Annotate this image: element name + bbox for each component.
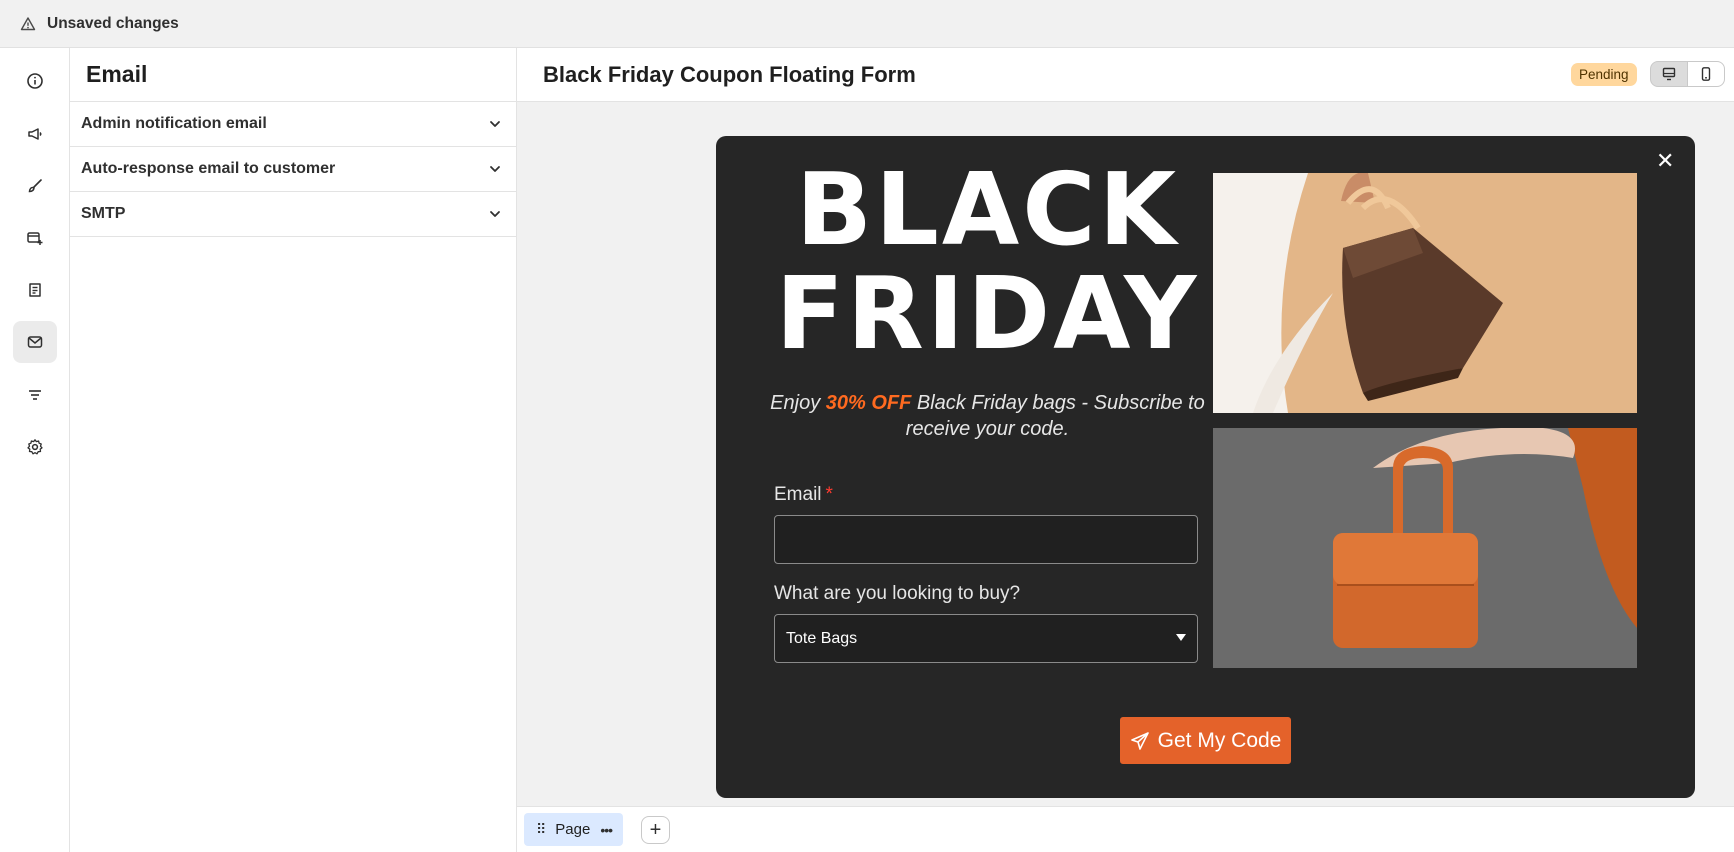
warning-icon [20,16,36,30]
email-field[interactable] [774,515,1198,564]
accordion-label: SMTP [81,205,126,222]
get-code-button[interactable]: Get My Code [1120,717,1291,764]
mobile-view-button[interactable] [1687,61,1725,87]
page-tab[interactable]: ⠿ Page ••• [524,813,623,846]
icon-rail [0,48,70,852]
desktop-view-button[interactable] [1650,61,1688,87]
rail-settings-button[interactable] [13,426,57,468]
accordion-label: Auto-response email to customer [81,160,336,177]
get-code-label: Get My Code [1157,728,1282,752]
chevron-down-icon [490,166,500,172]
caret-down-icon [1176,634,1186,641]
mobile-view-icon [1701,67,1711,81]
email-icon [27,336,43,348]
brown-tote-bag-photo [1213,173,1637,413]
add-page-button[interactable]: + [641,816,670,844]
rail-design-button[interactable] [13,165,57,207]
headline-line: FRIDAY [775,255,1200,372]
accordion-smtp[interactable]: SMTP [70,192,516,237]
filter-icon [29,390,41,400]
rail-submissions-button[interactable] [13,269,57,311]
popup-headline: BLACK FRIDAY [770,158,1205,366]
close-icon[interactable]: ✕ [1656,150,1674,172]
subtitle-text: Enjoy [770,392,826,414]
headline-line: BLACK [795,151,1180,268]
accordion-label: Admin notification email [81,115,267,132]
page-tab-label: Page [555,821,591,838]
rail-filter-button[interactable] [13,374,57,416]
accordion-auto-response[interactable]: Auto-response email to customer [70,147,516,192]
rail-email-button[interactable] [13,321,57,363]
top-status-bar: Unsaved changes [0,0,1734,48]
rail-forms-button[interactable] [13,217,57,259]
brush-icon [28,179,42,193]
unsaved-changes-text: Unsaved changes [47,14,179,32]
popup-subtitle: Enjoy 30% OFF Black Friday bags - Subscr… [770,390,1205,442]
panel-title: Email [70,48,516,102]
status-badge: Pending [1571,63,1637,86]
form-title: Black Friday Coupon Floating Form [543,62,916,87]
subtitle-text: Black Friday bags - Subscribe to receive… [905,392,1205,440]
info-icon [27,73,43,89]
select-value: Tote Bags [786,629,858,647]
form-add-icon [27,232,43,245]
email-label-text: Email [774,484,822,505]
settings-panel: Email Admin notification email Auto-resp… [70,48,517,852]
product-select[interactable]: Tote Bags [774,614,1198,663]
desktop-view-icon [1662,67,1676,81]
drag-handle-icon[interactable]: ⠿ [536,821,546,838]
page-bar: ⠿ Page ••• + [517,806,1734,852]
more-options-icon[interactable]: ••• [600,822,613,838]
rail-info-button[interactable] [13,60,57,102]
accordion-admin-notification[interactable]: Admin notification email [70,102,516,147]
orange-handbag-photo [1213,428,1637,668]
chevron-down-icon [490,211,500,217]
preview-header: Black Friday Coupon Floating Form Pendin… [517,48,1734,102]
rail-marketing-button[interactable] [13,113,57,155]
required-marker: * [825,484,833,505]
receipt-icon [29,283,41,297]
paper-plane-icon [1130,731,1149,750]
email-label: Email * [774,484,833,506]
megaphone-icon [28,128,42,140]
discount-highlight: 30% OFF [825,392,912,414]
select-label: What are you looking to buy? [774,583,1021,604]
settings-icon [27,439,43,455]
chevron-down-icon [490,121,500,127]
